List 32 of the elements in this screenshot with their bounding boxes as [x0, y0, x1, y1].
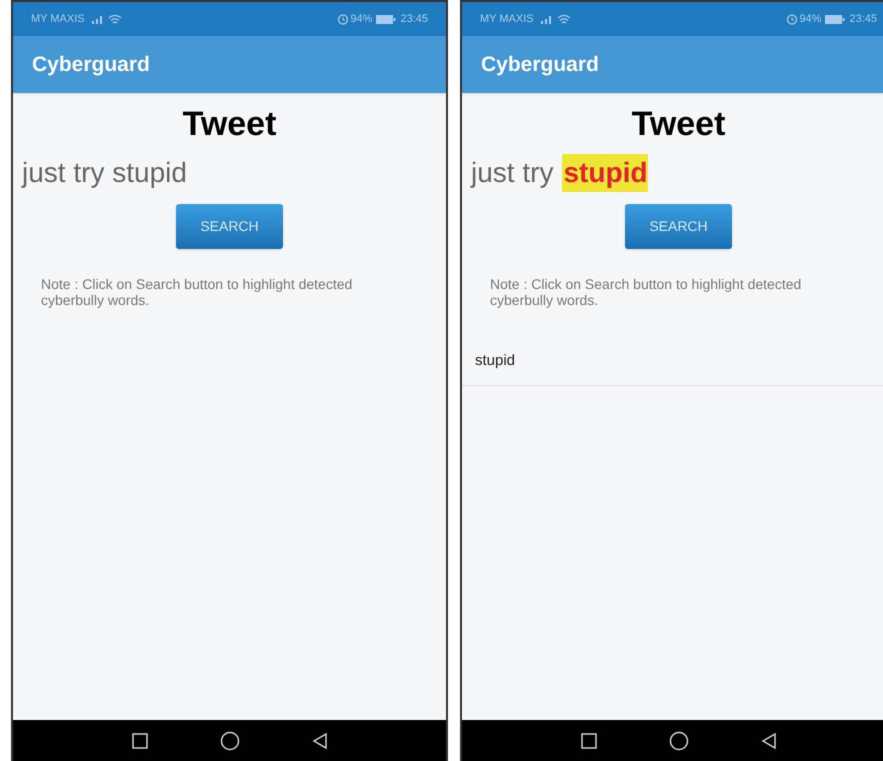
- alarm-clock-icon: [786, 13, 798, 25]
- back-triangle-icon: [760, 732, 776, 748]
- back-triangle-icon: [312, 732, 328, 748]
- tweet-heading: Tweet: [630, 107, 726, 141]
- battery-percent: 94%: [350, 12, 372, 27]
- status-time: 23:45: [849, 12, 877, 27]
- result-item[interactable]: stupid: [462, 338, 883, 386]
- tweet-heading: Tweet: [182, 107, 278, 141]
- highlighted-word: stupid: [562, 154, 648, 192]
- carrier-label: MY MAXIS: [31, 12, 85, 27]
- circle-icon: [220, 730, 240, 750]
- square-icon: [580, 732, 596, 748]
- battery-percent: 94%: [799, 12, 822, 27]
- status-time: 23:45: [400, 12, 428, 27]
- tweet-text: just try stupid: [22, 156, 187, 190]
- signal-icon: [540, 14, 554, 24]
- tweet-text: just try: [471, 156, 554, 190]
- search-button[interactable]: SEARCH: [176, 204, 283, 249]
- search-button[interactable]: SEARCH: [625, 204, 732, 249]
- alarm-clock-icon: [337, 13, 350, 25]
- note-text: Note : Click on Search button to highlight detected cyberbully words.: [489, 276, 802, 308]
- wifi-icon: [108, 14, 122, 24]
- circle-icon: [668, 730, 688, 750]
- battery-icon: [825, 14, 846, 24]
- square-icon: [132, 732, 148, 748]
- note-text: Note : Click on Search button to highlight detected cyberbully words.: [40, 276, 354, 308]
- app-title: Cyberguard: [32, 52, 150, 78]
- carrier-label: MY MAXIS: [480, 12, 534, 27]
- battery-icon: [376, 14, 396, 24]
- wifi-icon: [556, 14, 571, 24]
- signal-icon: [90, 14, 105, 24]
- app-title: Cyberguard: [481, 52, 599, 78]
